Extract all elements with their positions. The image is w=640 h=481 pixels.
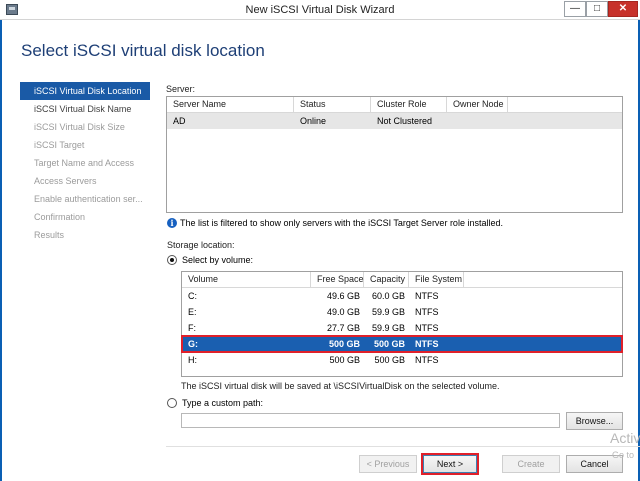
volume-row[interactable]: E: 49.0 GB 59.9 GB NTFS — [182, 304, 622, 320]
window-frame-left — [0, 20, 2, 481]
server-name-cell: AD — [173, 116, 186, 126]
filter-note-text: The list is filtered to show only server… — [180, 218, 503, 228]
column-header-owner-node[interactable]: Owner Node — [447, 97, 508, 112]
page-title: Select iSCSI virtual disk location — [21, 41, 265, 60]
column-header-server-name[interactable]: Server Name — [167, 97, 294, 112]
server-cluster-role-cell: Not Clustered — [377, 116, 433, 126]
window-title: New iSCSI Virtual Disk Wizard — [245, 4, 395, 16]
volume-file-system-cell: NTFS — [415, 307, 439, 317]
activation-watermark: Activ — [610, 430, 640, 446]
select-by-volume-option[interactable]: Select by volume: — [167, 255, 253, 265]
volume-free-space-cell: 500 GB — [328, 339, 360, 349]
volume-capacity-cell: 59.9 GB — [371, 307, 405, 317]
volume-rows: C: 49.6 GB 60.0 GB NTFS E: 49.0 GB 59.9 GB NTFS… — [181, 288, 623, 368]
volume-free-space-cell: 500 GB — [329, 355, 360, 365]
title-bar: New iSCSI Virtual Disk Wizard — □ ✕ — [0, 0, 640, 20]
volume-capacity-cell: 500 GB — [373, 339, 405, 349]
volume-row[interactable]: F: 27.7 GB 59.9 GB NTFS — [182, 320, 622, 336]
sidebar-step: Results — [34, 230, 65, 240]
custom-path-option[interactable]: Type a custom path: — [167, 398, 263, 408]
column-header-file-system[interactable]: File System — [409, 272, 464, 287]
previous-button[interactable]: < Previous — [359, 455, 417, 473]
volume-name-cell: G: — [188, 339, 198, 349]
volume-free-space-cell: 49.6 GB — [326, 291, 360, 301]
volume-file-system-cell: NTFS — [415, 355, 439, 365]
volume-row[interactable]: H: 500 GB 500 GB NTFS — [182, 352, 622, 368]
sidebar-step: Confirmation — [34, 212, 86, 222]
server-label: Server: — [166, 84, 196, 94]
volume-name-cell: F: — [188, 323, 196, 333]
custom-path-input[interactable] — [181, 413, 560, 428]
sidebar-step: iSCSI Virtual Disk Size — [34, 122, 125, 132]
volume-row-selected[interactable]: G: 500 GB 500 GB NTFS — [181, 335, 623, 353]
close-button[interactable]: ✕ — [608, 1, 638, 17]
minimize-button[interactable]: — — [564, 1, 586, 17]
volume-capacity-cell: 500 GB — [374, 355, 405, 365]
browse-button[interactable]: Browse... — [566, 412, 623, 430]
footer-divider — [166, 446, 640, 447]
wizard-steps: iSCSI Virtual Disk Location iSCSI Virtual… — [20, 82, 150, 244]
volume-table: Volume Free Space Capacity File System C… — [181, 271, 623, 377]
volume-name-cell: C: — [188, 291, 197, 301]
column-header-free-space[interactable]: Free Space — [311, 272, 364, 287]
save-location-note: The iSCSI virtual disk will be saved at … — [181, 381, 500, 391]
column-header-cluster-role[interactable]: Cluster Role — [371, 97, 447, 112]
volume-capacity-cell: 60.0 GB — [371, 291, 405, 301]
volume-name-cell: E: — [188, 307, 197, 317]
sidebar-step: Target Name and Access — [34, 158, 135, 168]
server-status-cell: Online — [300, 116, 327, 126]
select-by-volume-label: Select by volume: — [182, 255, 254, 265]
info-icon: i — [167, 218, 177, 228]
server-table: Server Name Status Cluster Role Owner No… — [166, 96, 623, 213]
server-owner-node-cell — [447, 113, 508, 129]
maximize-button[interactable]: □ — [586, 1, 608, 17]
volume-file-system-cell: NTFS — [415, 291, 439, 301]
filter-note: i The list is filtered to show only serv… — [167, 218, 503, 228]
column-header-capacity[interactable]: Capacity — [364, 272, 409, 287]
column-header-status[interactable]: Status — [294, 97, 371, 112]
custom-path-label: Type a custom path: — [182, 398, 264, 408]
volume-capacity-cell: 59.9 GB — [371, 323, 405, 333]
custom-path-radio[interactable] — [167, 398, 177, 408]
volume-file-system-cell: NTFS — [415, 323, 439, 333]
storage-location-label: Storage location: — [167, 240, 235, 250]
server-row[interactable]: AD Online Not Clustered — [167, 113, 622, 129]
sidebar-step: Enable authentication ser... — [34, 194, 143, 204]
sidebar-step: Access Servers — [34, 176, 97, 186]
volume-free-space-cell: 49.0 GB — [326, 307, 360, 317]
volume-table-header: Volume Free Space Capacity File System — [182, 272, 622, 288]
volume-file-system-cell: NTFS — [415, 339, 439, 349]
sidebar-step[interactable]: iSCSI Virtual Disk Location — [20, 82, 150, 100]
volume-free-space-cell: 27.7 GB — [326, 323, 360, 333]
next-button[interactable]: Next > — [421, 453, 479, 475]
select-by-volume-radio[interactable] — [167, 255, 177, 265]
create-button[interactable]: Create — [502, 455, 560, 473]
volume-name-cell: H: — [188, 355, 197, 365]
volume-row[interactable]: C: 49.6 GB 60.0 GB NTFS — [182, 288, 622, 304]
server-table-header: Server Name Status Cluster Role Owner No… — [167, 97, 622, 113]
column-header-volume[interactable]: Volume — [182, 272, 311, 287]
sidebar-step[interactable]: iSCSI Virtual Disk Name — [20, 100, 150, 118]
activation-watermark-sub: Go to — [612, 450, 635, 460]
sidebar-step: iSCSI Target — [34, 140, 85, 150]
